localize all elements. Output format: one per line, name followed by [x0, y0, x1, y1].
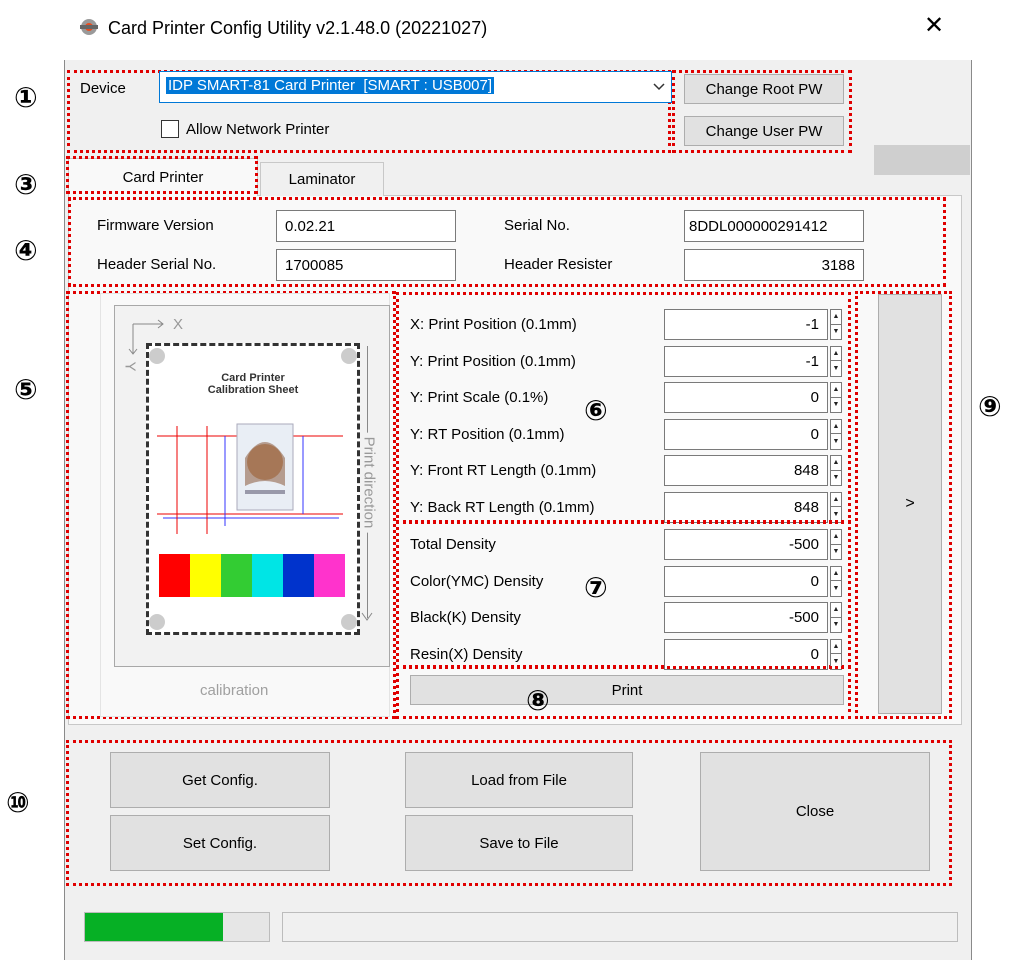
density-param-input[interactable]: 0 [664, 565, 828, 597]
spinner-arrows-icon[interactable]: ▲ ▼ [830, 309, 842, 340]
serial-label: Serial No. [504, 217, 570, 234]
color-swatch [159, 554, 190, 597]
print-button[interactable]: Print [410, 675, 844, 705]
device-label: Device [80, 80, 126, 97]
color-swatches [159, 554, 345, 597]
set-config-button[interactable]: Set Config. [110, 815, 330, 871]
axis-x-label: X [173, 316, 184, 333]
tab-section-outline [66, 156, 258, 194]
density-param-input[interactable]: -500 [664, 602, 828, 633]
app-icon [80, 19, 98, 35]
print-param-input[interactable]: 0 [664, 418, 828, 450]
color-swatch [190, 554, 221, 597]
callout-9: ⑨ [978, 390, 1002, 423]
density-param-label: Resin(X) Density [410, 645, 523, 663]
expand-button[interactable]: > [878, 294, 942, 714]
print-param-input[interactable]: 848 [664, 491, 828, 523]
spinner-arrows-icon[interactable]: ▲ ▼ [830, 491, 842, 523]
print-param-label: Y: Back RT Length (0.1mm) [410, 498, 595, 516]
density-param-label: Total Density [410, 536, 496, 553]
color-swatch [283, 554, 314, 597]
callout-7: ⑦ [584, 571, 608, 604]
change-user-pw-button[interactable]: Change User PW [684, 116, 844, 146]
print-param-input[interactable]: 848 [664, 455, 828, 486]
print-param-label: X: Print Position (0.1mm) [410, 316, 577, 333]
density-param-input[interactable]: 0 [664, 638, 828, 670]
sheet-title-line1: Card Printer [221, 372, 285, 384]
get-config-button[interactable]: Get Config. [110, 752, 330, 808]
hidden-panel-tab [874, 145, 970, 175]
spinner-arrows-icon[interactable]: ▲ ▼ [830, 382, 842, 413]
close-button[interactable]: Close [700, 752, 930, 871]
spinner-arrows-icon[interactable]: ▲ ▼ [830, 565, 842, 597]
save-file-button[interactable]: Save to File [405, 815, 633, 871]
allow-network-checkbox[interactable] [161, 120, 179, 138]
callout-4: ④ [14, 234, 38, 267]
header-resister-label: Header Resister [504, 256, 613, 273]
callout-1: ① [14, 81, 38, 114]
header-serial-field: 1700085 [276, 249, 456, 281]
spinner-arrows-icon[interactable]: ▲ ▼ [830, 602, 842, 633]
load-file-button[interactable]: Load from File [405, 752, 633, 808]
window-title: Card Printer Config Utility v2.1.48.0 (2… [108, 18, 488, 38]
callout-8: ⑧ [526, 684, 550, 717]
progress-bar [84, 912, 270, 942]
header-serial-label: Header Serial No. [97, 256, 217, 273]
progress-fill [85, 913, 223, 941]
print-param-input[interactable]: -1 [664, 309, 828, 340]
print-param-input[interactable]: 0 [664, 382, 828, 413]
spinner-arrows-icon[interactable]: ▲ ▼ [830, 418, 842, 450]
print-direction-label: Print direction [360, 432, 378, 532]
close-icon[interactable]: ✕ [924, 14, 944, 38]
print-param-label: Y: Front RT Length (0.1mm) [410, 462, 597, 479]
chevron-down-icon [653, 83, 665, 91]
device-dropdown-value: IDP SMART-81 Card Printer [SMART : USB00… [166, 77, 495, 94]
print-param-label: Y: Print Position (0.1mm) [410, 352, 576, 370]
callout-6: ⑥ [584, 394, 608, 427]
color-swatch [252, 554, 283, 597]
spinner-arrows-icon[interactable]: ▲ ▼ [830, 345, 842, 377]
device-dropdown[interactable]: IDP SMART-81 Card Printer [SMART : USB00… [159, 71, 672, 103]
print-param-label: Y: RT Position (0.1mm) [410, 425, 565, 443]
spinner-arrows-icon[interactable]: ▲ ▼ [830, 529, 842, 560]
density-param-label: Color(YMC) Density [410, 572, 544, 590]
change-root-pw-button[interactable]: Change Root PW [684, 74, 844, 104]
header-resister-field: 3188 [684, 249, 864, 281]
status-text-field [282, 912, 958, 942]
print-param-input[interactable]: -1 [664, 345, 828, 377]
sheet-title-line2: Calibration Sheet [207, 384, 299, 396]
calibration-sheet: Card Printer Calibration Sheet [146, 343, 360, 635]
allow-network-label: Allow Network Printer [186, 121, 330, 138]
color-swatch [221, 554, 252, 597]
spinner-arrows-icon[interactable]: ▲ ▼ [830, 455, 842, 486]
axis-y-label: Y [121, 361, 139, 372]
density-param-input[interactable]: -500 [664, 529, 828, 560]
callout-10: ⑩ [6, 786, 30, 819]
print-param-label: Y: Print Scale (0.1%) [410, 389, 549, 406]
firmware-label: Firmware Version [97, 217, 214, 234]
callout-3: ③ [14, 168, 38, 201]
density-param-label: Black(K) Density [410, 609, 521, 626]
color-swatch [314, 554, 345, 597]
serial-field: 8DDL000000291412 [684, 210, 864, 242]
calibration-caption: calibration [200, 682, 269, 699]
calibration-guides [157, 423, 343, 534]
calibration-preview: X Y Card Printer Calibration Sheet Print… [114, 305, 390, 667]
firmware-field: 0.02.21 [276, 210, 456, 242]
spinner-arrows-icon[interactable]: ▲ ▼ [830, 638, 842, 670]
callout-5: ⑤ [14, 373, 38, 406]
tab-laminator[interactable]: Laminator [260, 162, 384, 196]
